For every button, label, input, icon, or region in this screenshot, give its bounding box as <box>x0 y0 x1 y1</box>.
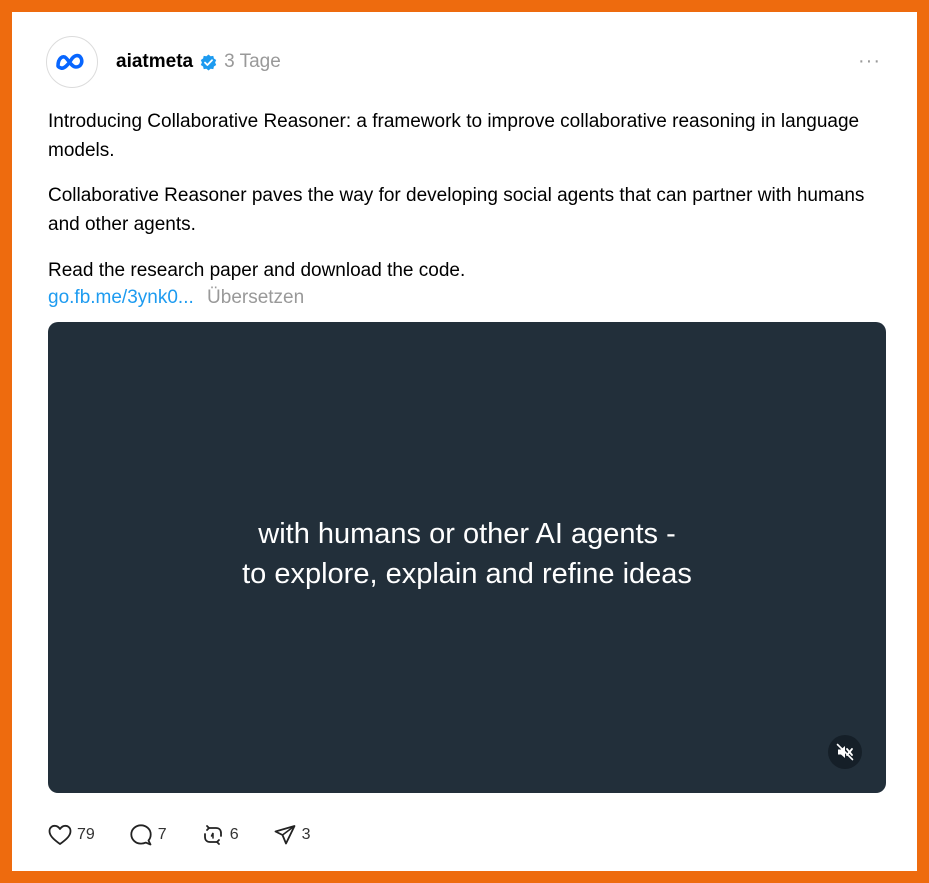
avatar[interactable] <box>46 36 98 88</box>
video-player[interactable]: with humans or other AI agents - to expl… <box>48 322 886 793</box>
meta-logo-icon <box>56 53 84 70</box>
link-row: go.fb.me/3ynk0... Übersetzen <box>48 285 304 311</box>
username[interactable]: aiatmeta <box>116 51 193 73</box>
mute-button[interactable] <box>828 735 862 769</box>
video-caption-line-1: with humans or other AI agents - <box>258 518 676 550</box>
comment-count: 7 <box>157 826 167 843</box>
translate-link[interactable]: Übersetzen <box>207 287 304 308</box>
post-text-paragraph-3: Read the research paper and download the… <box>48 260 466 281</box>
post-frame: aiatmeta 3 Tage ··· Introducing Collabor… <box>0 0 929 883</box>
video-caption-line-2: to explore, explain and refine ideas <box>242 558 692 590</box>
post-text-paragraph-1: Introducing Collaborative Reasoner: a fr… <box>48 111 860 161</box>
verified-badge-icon <box>200 54 217 71</box>
repost-button[interactable]: 6 <box>201 824 239 846</box>
heart-icon <box>48 824 72 845</box>
share-count: 3 <box>301 826 311 843</box>
share-button[interactable]: 3 <box>273 824 311 846</box>
post-header: aiatmeta 3 Tage <box>116 50 281 74</box>
action-bar: 79 7 6 3 <box>48 822 345 848</box>
repost-count: 6 <box>229 826 239 843</box>
comment-button[interactable]: 7 <box>129 824 167 846</box>
post-card: aiatmeta 3 Tage ··· Introducing Collabor… <box>12 12 917 871</box>
video-caption: with humans or other AI agents - to expl… <box>48 514 886 594</box>
repost-icon <box>203 825 222 845</box>
like-button[interactable]: 79 <box>48 824 95 846</box>
post-text-paragraph-2: Collaborative Reasoner paves the way for… <box>48 185 865 235</box>
like-count: 79 <box>77 826 95 843</box>
speaker-muted-icon <box>836 743 854 761</box>
more-horizontal-icon[interactable]: ··· <box>858 51 881 71</box>
send-icon <box>274 825 296 845</box>
post-timestamp: 3 Tage <box>224 51 281 72</box>
comment-icon <box>130 824 152 846</box>
post-link[interactable]: go.fb.me/3ynk0... <box>48 287 194 308</box>
